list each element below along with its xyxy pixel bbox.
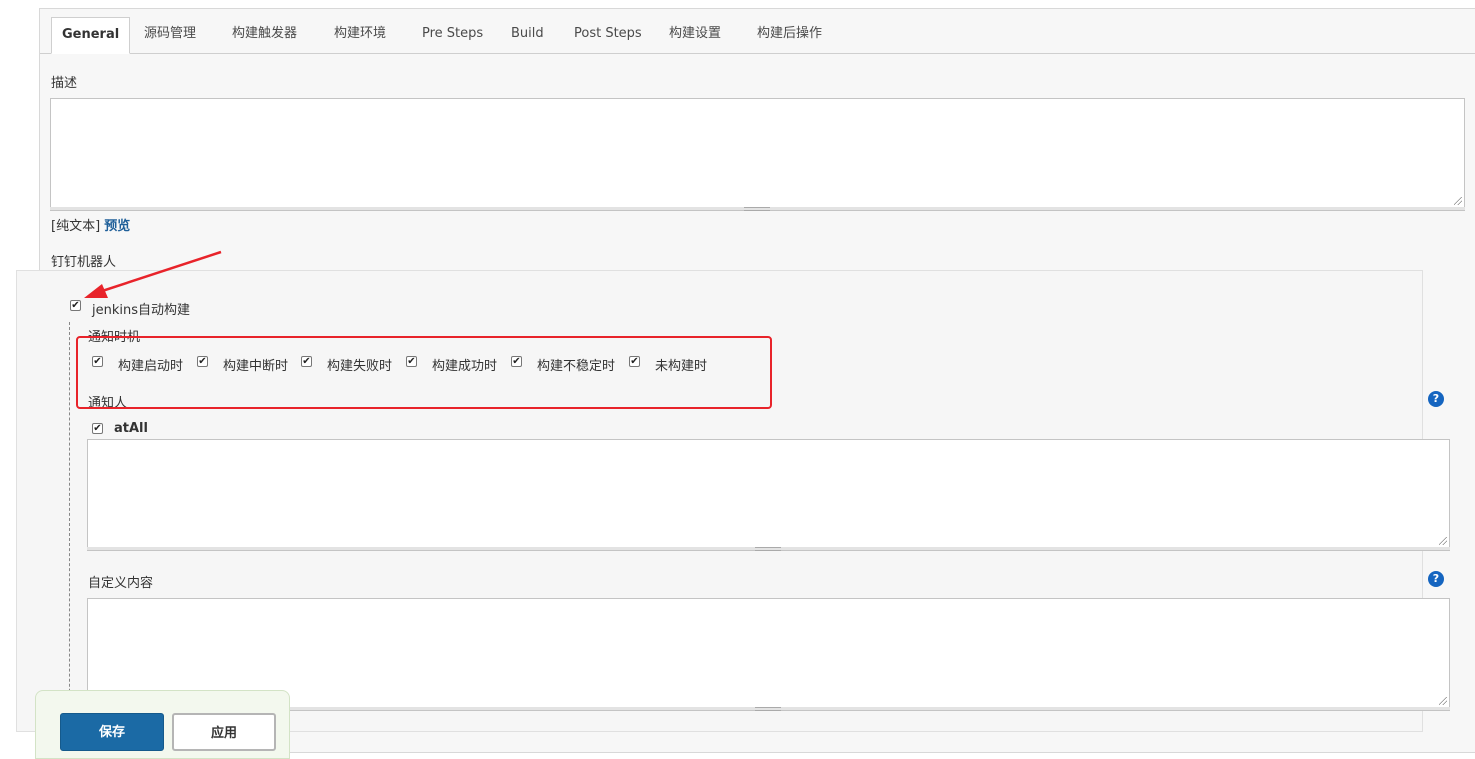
resize-handle-icon[interactable]: [1439, 537, 1447, 545]
tab-post-build-actions[interactable]: 构建后操作: [757, 17, 822, 53]
tab-build-environment[interactable]: 构建环境: [334, 17, 386, 53]
description-label: 描述: [51, 76, 78, 91]
grip-icon[interactable]: [744, 207, 770, 211]
tab-build-settings[interactable]: 构建设置: [669, 17, 721, 53]
custom-content-textarea[interactable]: [87, 598, 1450, 708]
help-icon[interactable]: ?: [1428, 391, 1444, 407]
highlight-box: [76, 336, 772, 409]
help-icon[interactable]: ?: [1428, 571, 1444, 587]
at-all-label: atAll: [114, 421, 148, 436]
apply-button[interactable]: 应用: [172, 713, 276, 751]
tab-bar: General 源码管理 构建触发器 构建环境 Pre Steps Build …: [40, 9, 1475, 54]
tab-post-steps[interactable]: Post Steps: [574, 17, 642, 53]
notify-people-textarea[interactable]: [87, 439, 1450, 548]
at-all-checkbox[interactable]: ✔: [92, 423, 103, 434]
description-textarea[interactable]: [50, 98, 1465, 208]
resize-handle-icon[interactable]: [1454, 197, 1462, 205]
tab-pre-steps[interactable]: Pre Steps: [422, 17, 483, 53]
resize-handle-icon[interactable]: [1439, 697, 1447, 705]
format-hint: [纯文本] 预览: [51, 215, 130, 234]
tab-source-management[interactable]: 源码管理: [144, 17, 196, 53]
grip-icon[interactable]: [755, 707, 781, 711]
grip-icon[interactable]: [755, 547, 781, 551]
preview-link[interactable]: 预览: [104, 219, 130, 234]
arrow-annotation-icon: [84, 250, 222, 298]
format-prefix: [纯文本]: [51, 219, 101, 234]
tab-build-triggers[interactable]: 构建触发器: [232, 17, 297, 53]
tab-build[interactable]: Build: [511, 17, 544, 53]
custom-content-label: 自定义内容: [88, 576, 154, 591]
nesting-guide-line: [69, 322, 70, 742]
save-button[interactable]: 保存: [60, 713, 164, 751]
tab-general[interactable]: General: [51, 17, 131, 54]
